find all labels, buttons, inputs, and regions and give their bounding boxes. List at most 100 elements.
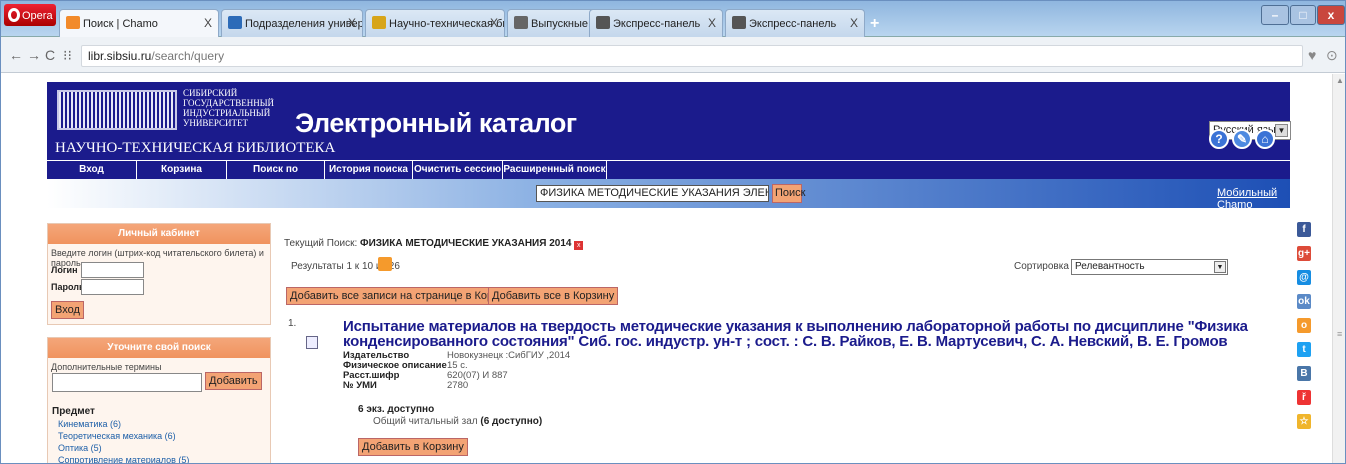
facebook-icon[interactable]: f bbox=[1297, 222, 1311, 237]
record-field-umi: № УМИ 2780 bbox=[343, 381, 468, 391]
opera-menu-button[interactable]: Opera bbox=[4, 4, 56, 26]
menu-item-history[interactable]: История поиска bbox=[325, 161, 413, 179]
password-field[interactable] bbox=[81, 279, 144, 295]
university-name: СИБИРСКИЙ ГОСУДАРСТВЕННЫЙ ИНДУСТРИАЛЬНЫЙ… bbox=[183, 88, 274, 128]
refine-title: Уточните свой поиск bbox=[48, 338, 270, 358]
grid-favicon-icon bbox=[596, 16, 610, 29]
odnoklassniki-icon[interactable]: ok bbox=[1297, 294, 1311, 309]
sort-value: Релевантность bbox=[1075, 261, 1145, 272]
add-to-cart-button[interactable]: Добавить в Корзину bbox=[358, 438, 468, 456]
download-icon[interactable]: ⊙ bbox=[1326, 47, 1338, 64]
library-name: НАУЧНО-ТЕХНИЧЕСКАЯ БИБЛИОТЕКА bbox=[55, 140, 336, 156]
vkontakte-icon[interactable]: B bbox=[1297, 366, 1311, 381]
help-icon[interactable]: ? bbox=[1209, 129, 1229, 149]
login-label: Логин bbox=[51, 265, 78, 275]
account-panel: Личный кабинет Введите логин (штрих-код … bbox=[47, 223, 271, 325]
account-title: Личный кабинет bbox=[48, 224, 270, 244]
catalog-title: Электронный каталог bbox=[295, 108, 577, 138]
subject-list: Кинематика (6) Теоретическая механика (6… bbox=[58, 418, 189, 463]
browser-window: Opera Поиск | Chamo X Подразделения униве… bbox=[0, 0, 1346, 464]
home-icon[interactable]: ⌂ bbox=[1255, 129, 1275, 149]
logo-line: УНИВЕРСИТЕТ bbox=[183, 118, 248, 128]
password-label: Пароль bbox=[51, 282, 85, 292]
tab-close-icon[interactable]: X bbox=[708, 16, 716, 30]
copies-available: 6 экз. доступно bbox=[358, 404, 435, 415]
main-menu: Вход Корзина Поиск по заголовку История … bbox=[47, 160, 1290, 192]
header-icons: ? ✎ ⌂ bbox=[1209, 129, 1278, 149]
url-path: /search/query bbox=[151, 49, 225, 63]
tab-close-icon[interactable]: X bbox=[348, 16, 356, 30]
tab-close-icon[interactable]: X bbox=[204, 16, 212, 30]
subject-link[interactable]: Кинематика (6) bbox=[58, 418, 189, 430]
maximize-button[interactable]: □ bbox=[1290, 5, 1316, 25]
search-input[interactable]: ФИЗИКА МЕТОДИЧЕСКИЕ УКАЗАНИЯ ЭЛЕКТРОННЫЙ bbox=[536, 185, 769, 202]
grid-favicon-icon bbox=[732, 16, 746, 29]
person-icon[interactable]: ř bbox=[1297, 390, 1311, 405]
subject-link[interactable]: Сопротивление материалов (5) bbox=[58, 454, 189, 463]
university-logo-icon bbox=[57, 90, 177, 130]
record-number: 1. bbox=[288, 318, 297, 329]
menu-item-advanced-search[interactable]: Расширенный поиск bbox=[503, 161, 607, 179]
current-search-query: ФИЗИКА МЕТОДИЧЕСКИЕ УКАЗАНИЯ 2014 bbox=[360, 238, 572, 249]
search-button[interactable]: Поиск bbox=[772, 184, 805, 203]
menu-item-title-search[interactable]: Поиск по заголовку bbox=[227, 161, 325, 192]
library-favicon-icon bbox=[372, 16, 386, 29]
tab-express-2[interactable]: Экспресс-панель X bbox=[725, 9, 865, 37]
heart-icon[interactable]: ♥ bbox=[1308, 47, 1316, 63]
login-field[interactable] bbox=[81, 262, 144, 278]
rss-icon[interactable] bbox=[378, 257, 392, 271]
speed-dial-icon[interactable]: ⁝⁝ bbox=[63, 47, 72, 64]
google-plus-icon[interactable]: g+ bbox=[1297, 246, 1311, 261]
login-button[interactable]: Вход bbox=[51, 301, 84, 319]
tab-podrazdeleniya[interactable]: Подразделения универс X bbox=[221, 9, 363, 37]
sort-label: Сортировка bbox=[1014, 261, 1069, 272]
tab-label: Поиск | Chamo bbox=[83, 18, 158, 30]
tab-poisk[interactable]: Поиск | Chamo X bbox=[59, 9, 219, 37]
tab-express-1[interactable]: Экспресс-панель X bbox=[589, 9, 723, 37]
logo-line: ГОСУДАРСТВЕННЫЙ bbox=[183, 98, 275, 108]
tab-close-icon[interactable]: X bbox=[850, 16, 858, 30]
field-key: № УМИ bbox=[343, 380, 377, 391]
extra-terms-input[interactable] bbox=[52, 373, 202, 392]
tab-close-icon[interactable]: X bbox=[490, 16, 498, 30]
subject-link[interactable]: Оптика (5) bbox=[58, 442, 189, 454]
record-title[interactable]: Испытание материалов на твердость методи… bbox=[343, 319, 1303, 349]
odnoklassniki-alt-icon[interactable]: o bbox=[1297, 318, 1311, 333]
tab-label: Научно-техническая биб bbox=[389, 18, 505, 30]
url-domain: libr.sibsiu.ru bbox=[88, 49, 152, 63]
remove-search-icon[interactable]: x bbox=[574, 241, 584, 250]
sort-select[interactable]: Релевантность ▼ bbox=[1071, 259, 1228, 275]
location-count: (6 доступно) bbox=[480, 416, 543, 427]
scroll-grip-icon: ≡ bbox=[1337, 329, 1343, 339]
subject-link[interactable]: Теоретическая механика (6) bbox=[58, 430, 189, 442]
close-window-button[interactable]: x bbox=[1317, 5, 1345, 25]
refine-panel: Уточните свой поиск Дополнительные терми… bbox=[47, 337, 271, 463]
menu-item-cart[interactable]: Корзина bbox=[137, 161, 227, 179]
new-tab-icon[interactable]: + bbox=[870, 15, 879, 33]
reload-icon[interactable]: C bbox=[45, 47, 55, 63]
scroll-up-icon[interactable]: ▲ bbox=[1336, 76, 1344, 85]
logo-line: ИНДУСТРИАЛЬНЫЙ bbox=[183, 108, 271, 118]
add-term-button[interactable]: Добавить bbox=[205, 372, 262, 390]
document-favicon-icon bbox=[514, 16, 528, 29]
edit-icon[interactable]: ✎ bbox=[1232, 129, 1252, 149]
mail-icon[interactable]: @ bbox=[1297, 270, 1311, 285]
minimize-button[interactable]: – bbox=[1261, 5, 1289, 25]
url-field[interactable]: libr.sibsiu.ru/search/query bbox=[81, 45, 1303, 67]
subject-label: Предмет bbox=[52, 406, 95, 417]
location-line: Общий читальный зал (6 доступно) bbox=[373, 416, 542, 427]
tab-ntb[interactable]: Научно-техническая биб X bbox=[365, 9, 505, 37]
add-all-to-cart-button[interactable]: Добавить все в Корзину bbox=[488, 287, 619, 305]
vertical-scrollbar[interactable]: ▲ ≡ bbox=[1332, 74, 1345, 463]
chamo-favicon-icon bbox=[66, 16, 80, 29]
forward-icon[interactable]: → bbox=[27, 47, 41, 63]
bookmark-icon[interactable]: ☆ bbox=[1297, 414, 1311, 429]
field-value: 2780 bbox=[447, 380, 469, 391]
menu-item-clear-session[interactable]: Очистить сессию bbox=[413, 161, 503, 179]
twitter-icon[interactable]: t bbox=[1297, 342, 1311, 357]
add-page-to-cart-button[interactable]: Добавить все записи на странице в Корзин… bbox=[286, 287, 520, 305]
menu-item-login[interactable]: Вход bbox=[47, 161, 137, 179]
mobile-chamo-link[interactable]: Мобильный Chamo bbox=[1217, 187, 1290, 211]
back-icon[interactable]: ← bbox=[9, 47, 23, 63]
opera-label: Opera bbox=[22, 10, 53, 22]
